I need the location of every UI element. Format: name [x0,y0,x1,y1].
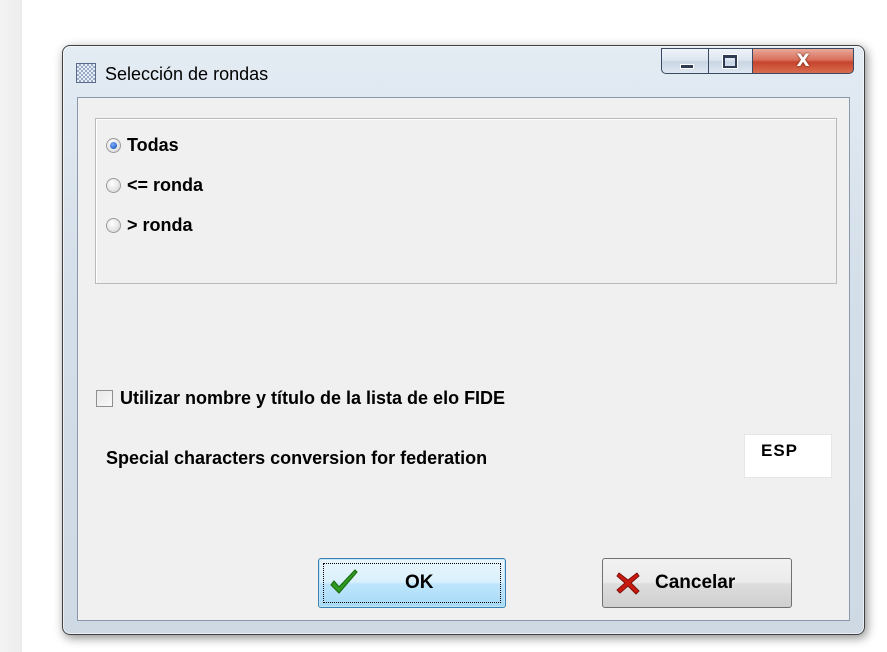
minimize-icon [680,64,694,69]
app-icon [76,63,96,83]
radio-option-less-equal-ronda[interactable]: <= ronda [106,173,203,197]
radio-option-todas[interactable]: Todas [106,133,179,157]
radio-label-less-equal-ronda: <= ronda [127,174,204,195]
close-button[interactable]: X [753,48,854,74]
x-icon [613,568,643,598]
federation-conversion-label: Special characters conversion for federa… [106,448,488,468]
radio-option-greater-ronda[interactable]: > ronda [106,213,193,237]
fide-checkbox[interactable] [96,389,113,407]
radio-button-less-equal-ronda[interactable] [106,177,121,193]
radio-label-greater-ronda: > ronda [127,214,193,235]
dialog-content: Todas <= ronda > ronda Utilizar nombre y… [77,97,850,621]
rounds-groupbox: Todas <= ronda > ronda [95,118,837,284]
radio-button-greater-ronda[interactable] [106,217,121,233]
fide-checkbox-row[interactable]: Utilizar nombre y título de la lista de … [96,386,505,410]
ok-button[interactable]: OK [318,558,506,608]
dialog-window: Selección de rondas X Todas <= ronda > r… [62,45,865,635]
close-icon: X [796,51,810,71]
radio-label-todas: Todas [127,134,179,155]
cancel-button-label: Cancelar [655,572,736,593]
federation-input[interactable]: ESP [744,434,832,478]
focus-rectangle [323,563,501,603]
background-strip [0,0,22,652]
maximize-button[interactable] [709,48,753,74]
maximize-icon [722,54,738,69]
minimize-button[interactable] [661,48,709,74]
window-controls: X [661,48,854,76]
fide-checkbox-label: Utilizar nombre y título de la lista de … [120,387,506,408]
title-bar[interactable]: Selección de rondas X [63,46,864,98]
cancel-button[interactable]: Cancelar [602,558,792,608]
window-title: Selección de rondas [105,64,269,84]
radio-button-todas[interactable] [106,137,121,153]
